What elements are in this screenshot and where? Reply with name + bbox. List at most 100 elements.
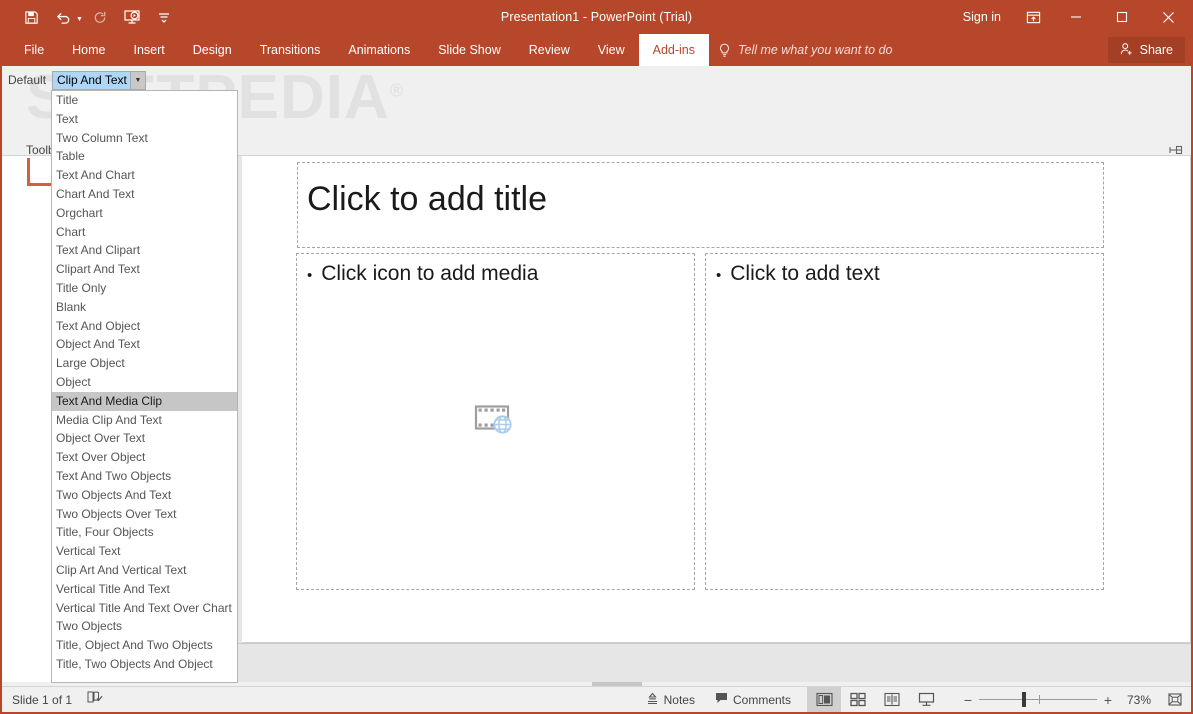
- view-buttons: [807, 687, 943, 712]
- tab-design[interactable]: Design: [179, 34, 246, 66]
- dropdown-item[interactable]: Title, Four Objects: [52, 523, 237, 542]
- dropdown-item[interactable]: Orgchart: [52, 204, 237, 223]
- ribbon-tabs: File Home Insert Design Transitions Anim…: [10, 34, 710, 66]
- ribbon-display-options-icon[interactable]: [1013, 0, 1053, 34]
- dropdown-item[interactable]: Table: [52, 147, 237, 166]
- dropdown-item[interactable]: Title, Object And Two Objects: [52, 636, 237, 655]
- tab-animations[interactable]: Animations: [334, 34, 424, 66]
- dropdown-item[interactable]: Text And Object: [52, 317, 237, 336]
- dropdown-item[interactable]: Media Clip And Text: [52, 411, 237, 430]
- dropdown-item[interactable]: Large Object: [52, 354, 237, 373]
- dropdown-item[interactable]: Object: [52, 373, 237, 392]
- dropdown-item-selected[interactable]: Text And Media Clip: [52, 391, 237, 411]
- titlebar-right-controls: Sign in: [951, 0, 1191, 34]
- tab-file[interactable]: File: [10, 34, 58, 66]
- zoom-in-button[interactable]: +: [1097, 687, 1119, 712]
- dropdown-item[interactable]: Object And Text: [52, 335, 237, 354]
- insert-video-icon[interactable]: [474, 401, 518, 442]
- accessibility-checker-icon[interactable]: [86, 690, 103, 709]
- media-placeholder-text: Click icon to add media: [321, 262, 539, 285]
- tab-add-ins[interactable]: Add-ins: [638, 34, 710, 66]
- dropdown-item[interactable]: Chart And Text: [52, 185, 237, 204]
- zoom-slider-track: [979, 699, 1097, 700]
- text-placeholder-line: • Click to add text: [716, 262, 880, 286]
- dropdown-item[interactable]: Clipart And Text: [52, 260, 237, 279]
- status-bar-right: Notes Comments − + 73%: [636, 687, 1191, 712]
- addin-bracket-decoration: [27, 158, 53, 186]
- maximize-button[interactable]: [1099, 0, 1145, 34]
- dropdown-item[interactable]: Vertical Text: [52, 542, 237, 561]
- title-bar: Presentation1 - PowerPoint (Trial) ▼ Sig…: [2, 0, 1191, 34]
- title-placeholder[interactable]: Click to add title: [297, 162, 1104, 248]
- save-icon[interactable]: [16, 2, 46, 32]
- quick-access-toolbar: ▼: [16, 0, 179, 34]
- reading-view-button[interactable]: [875, 687, 909, 712]
- layout-dropdown-list[interactable]: Title Text Two Column Text Table Text An…: [51, 90, 238, 683]
- minimize-button[interactable]: [1053, 0, 1099, 34]
- slide-sorter-view-button[interactable]: [841, 687, 875, 712]
- notes-button[interactable]: Notes: [636, 687, 705, 712]
- undo-dropdown-icon[interactable]: ▼: [76, 16, 83, 23]
- comments-button[interactable]: Comments: [705, 687, 801, 712]
- tab-home[interactable]: Home: [58, 34, 119, 66]
- zoom-slider[interactable]: [979, 687, 1097, 712]
- share-button[interactable]: Share: [1107, 37, 1185, 63]
- status-bar: Slide 1 of 1 Notes Comments − + 73%: [2, 686, 1191, 712]
- lightbulb-icon: [718, 43, 731, 58]
- share-label: Share: [1139, 43, 1173, 57]
- notes-icon: [646, 692, 659, 708]
- close-button[interactable]: [1145, 0, 1191, 34]
- slideshow-view-button[interactable]: [909, 687, 943, 712]
- dropdown-item[interactable]: Two Objects Over Text: [52, 505, 237, 524]
- redo-icon[interactable]: [85, 2, 115, 32]
- chevron-down-icon[interactable]: ▼: [130, 72, 145, 89]
- dropdown-item[interactable]: Text And Chart: [52, 166, 237, 185]
- dropdown-item[interactable]: Chart: [52, 223, 237, 242]
- dropdown-item[interactable]: Two Objects: [52, 617, 237, 636]
- notes-label: Notes: [663, 692, 695, 707]
- dropdown-item[interactable]: Blank: [52, 298, 237, 317]
- text-placeholder-text: Click to add text: [730, 262, 880, 285]
- zoom-out-button[interactable]: −: [957, 687, 979, 712]
- dropdown-item[interactable]: Object Over Text: [52, 429, 237, 448]
- dropdown-item[interactable]: Text And Two Objects: [52, 467, 237, 486]
- dropdown-item[interactable]: Title, Two Objects And Object: [52, 655, 237, 674]
- dropdown-item[interactable]: Two Column Text: [52, 129, 237, 148]
- status-bar-left: Slide 1 of 1: [2, 690, 103, 709]
- slide-counter: Slide 1 of 1: [12, 692, 73, 707]
- dropdown-item[interactable]: Clip Art And Vertical Text: [52, 561, 237, 580]
- dropdown-item[interactable]: Title Only: [52, 279, 237, 298]
- tell-me-search[interactable]: Tell me what you want to do: [718, 34, 893, 66]
- text-placeholder[interactable]: • Click to add text: [705, 253, 1104, 590]
- dropdown-item[interactable]: Vertical Title And Text: [52, 580, 237, 599]
- tab-slide-show[interactable]: Slide Show: [424, 34, 515, 66]
- tab-insert[interactable]: Insert: [120, 34, 179, 66]
- media-placeholder[interactable]: • Click icon to add media: [296, 253, 695, 590]
- normal-view-button[interactable]: [807, 687, 841, 712]
- bullet-glyph: •: [307, 267, 313, 284]
- share-person-icon: [1120, 42, 1134, 59]
- comment-icon: [715, 692, 728, 707]
- default-toolbar-label: Default: [8, 73, 47, 87]
- fit-slide-to-window-icon[interactable]: [1159, 687, 1191, 712]
- dropdown-item[interactable]: Two Objects And Text: [52, 486, 237, 505]
- customize-qat-icon[interactable]: [149, 2, 179, 32]
- tab-review[interactable]: Review: [515, 34, 584, 66]
- dropdown-item[interactable]: Text And Clipart: [52, 241, 237, 260]
- start-slideshow-icon[interactable]: [117, 2, 147, 32]
- tab-transitions[interactable]: Transitions: [246, 34, 335, 66]
- dropdown-item[interactable]: Text Over Object: [52, 448, 237, 467]
- dropdown-item[interactable]: Title: [52, 91, 237, 110]
- dropdown-item[interactable]: Vertical Title And Text Over Chart: [52, 599, 237, 618]
- slide-canvas[interactable]: Click to add title • Click icon to add m…: [242, 156, 1191, 643]
- zoom-slider-handle[interactable]: [1022, 692, 1026, 707]
- undo-icon[interactable]: [48, 2, 78, 32]
- sign-in-button[interactable]: Sign in: [951, 10, 1013, 24]
- notes-pane[interactable]: [238, 643, 1191, 686]
- layout-combobox-value[interactable]: Clip And Text: [53, 72, 130, 89]
- layout-combobox[interactable]: Clip And Text ▼: [52, 71, 146, 90]
- tab-view[interactable]: View: [584, 34, 639, 66]
- ribbon-tab-bar: File Home Insert Design Transitions Anim…: [2, 34, 1191, 66]
- dropdown-item[interactable]: Text: [52, 110, 237, 129]
- zoom-level-label[interactable]: 73%: [1119, 693, 1159, 707]
